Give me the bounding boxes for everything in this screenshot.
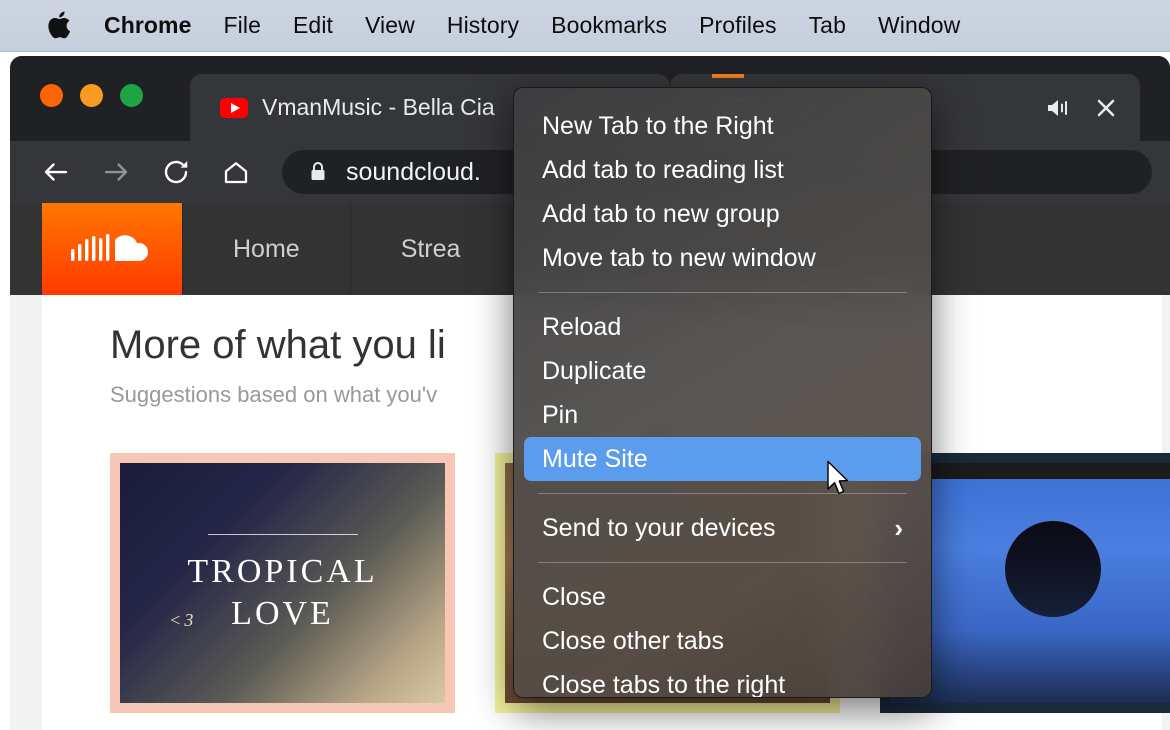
address-bar-url: soundcloud. <box>346 158 481 187</box>
window-controls <box>40 84 143 107</box>
home-icon[interactable] <box>216 152 256 192</box>
soundcloud-nav-home[interactable]: Home <box>182 203 351 295</box>
page-title: More of what you li <box>110 323 446 368</box>
tab-loading-indicator <box>712 74 744 78</box>
track-card[interactable]: TROPICAL <3 LOVE <box>110 453 455 713</box>
divider <box>208 534 358 535</box>
heart-label: <3 <box>169 610 196 631</box>
lock-icon <box>308 160 328 184</box>
screenshot-root: Chrome File Edit View History Bookmarks … <box>0 0 1170 730</box>
chevron-right-icon: › <box>894 513 903 544</box>
soundcloud-logo-icon[interactable] <box>42 203 182 295</box>
tab-context-menu: New Tab to the Right Add tab to reading … <box>513 87 932 698</box>
minimize-window-button[interactable] <box>80 84 103 107</box>
context-menu-item-move-to-new-window[interactable]: Move tab to new window <box>524 236 921 280</box>
eclipse-shape <box>1005 521 1101 617</box>
menu-item-file[interactable]: File <box>208 12 277 39</box>
mouse-cursor-icon <box>826 460 852 500</box>
back-arrow-icon[interactable] <box>36 152 76 192</box>
forward-arrow-icon[interactable] <box>96 152 136 192</box>
album-art <box>890 463 1170 703</box>
close-window-button[interactable] <box>40 84 63 107</box>
menu-item-window[interactable]: Window <box>862 12 976 39</box>
youtube-icon <box>220 98 248 118</box>
maximize-window-button[interactable] <box>120 84 143 107</box>
context-menu-item-send-to-devices[interactable]: Send to your devices › <box>524 506 921 550</box>
album-art: TROPICAL <3 LOVE <box>120 463 445 703</box>
page-subtitle: Suggestions based on what you'v <box>110 382 446 408</box>
context-menu-item-mute-site[interactable]: Mute Site <box>524 437 921 481</box>
context-menu-item-close-other-tabs[interactable]: Close other tabs <box>524 619 921 663</box>
macos-menu-bar: Chrome File Edit View History Bookmarks … <box>0 0 1170 52</box>
album-title-line2: <3 LOVE <box>231 595 334 633</box>
reload-icon[interactable] <box>156 152 196 192</box>
page-headings: More of what you li Suggestions based on… <box>110 323 446 408</box>
speaker-icon[interactable] <box>1046 96 1072 120</box>
menu-item-chrome[interactable]: Chrome <box>88 12 208 39</box>
art-band <box>890 463 1170 479</box>
menu-separator <box>538 562 907 563</box>
menu-item-profiles[interactable]: Profiles <box>683 12 793 39</box>
close-icon[interactable] <box>1094 96 1118 120</box>
album-title-line1: TROPICAL <box>187 553 377 591</box>
menu-separator <box>538 292 907 293</box>
menu-item-history[interactable]: History <box>431 12 535 39</box>
context-menu-item-add-to-reading-list[interactable]: Add tab to reading list <box>524 148 921 192</box>
context-menu-item-duplicate[interactable]: Duplicate <box>524 349 921 393</box>
menu-item-label: Send to your devices <box>542 514 775 543</box>
menu-item-view[interactable]: View <box>349 12 431 39</box>
context-menu-item-pin[interactable]: Pin <box>524 393 921 437</box>
content-left-gutter <box>10 295 42 730</box>
context-menu-item-close[interactable]: Close <box>524 575 921 619</box>
context-menu-item-new-tab-right[interactable]: New Tab to the Right <box>524 104 921 148</box>
context-menu-item-close-tabs-right[interactable]: Close tabs to the right <box>524 663 921 698</box>
menu-item-edit[interactable]: Edit <box>277 12 349 39</box>
soundcloud-nav-stream[interactable]: Strea <box>351 203 512 295</box>
nav-left-gutter <box>10 203 42 295</box>
apple-logo-icon[interactable] <box>42 9 76 43</box>
context-menu-item-reload[interactable]: Reload <box>524 305 921 349</box>
context-menu-item-add-to-new-group[interactable]: Add tab to new group <box>524 192 921 236</box>
menu-item-bookmarks[interactable]: Bookmarks <box>535 12 683 39</box>
menu-item-tab[interactable]: Tab <box>793 12 862 39</box>
